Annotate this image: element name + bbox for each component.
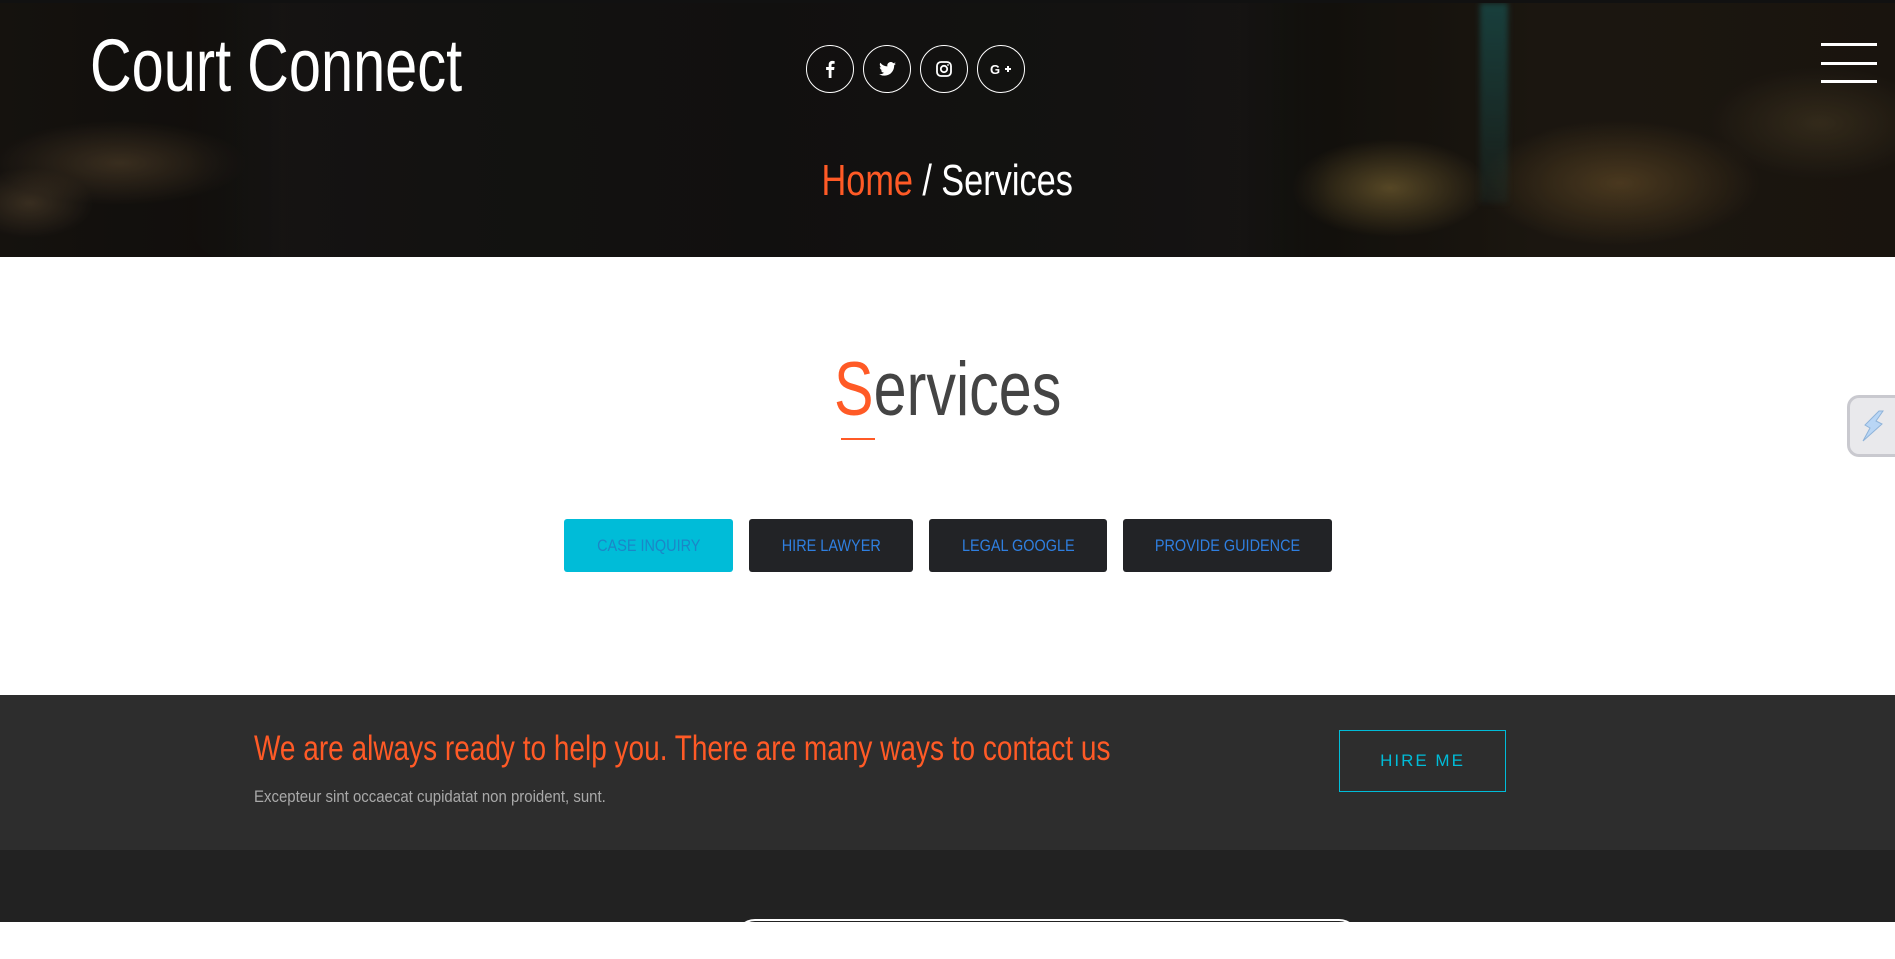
contact-banner: We are always ready to help you. There a… [0,695,1895,850]
tab-hire-lawyer[interactable]: HIRE LAWYER [749,519,913,572]
breadcrumb-home-link[interactable]: Home [822,156,914,205]
contact-subtext: Excepteur sint occaecat cupidatat non pr… [254,787,606,806]
extension-icon [1862,410,1884,442]
breadcrumb-current: Services [941,156,1074,205]
heading-underline [841,438,875,440]
contact-headline: We are always ready to help you. There a… [254,729,1111,768]
side-extension-widget[interactable] [1847,395,1895,457]
breadcrumb: Home / Services [0,155,1895,207]
hamburger-menu-icon[interactable] [1821,43,1877,83]
svg-text:G: G [990,62,1000,76]
breadcrumb-separator: / [922,156,933,205]
social-links: G [806,45,1025,93]
services-heading-first-letter: S [833,347,874,432]
google-plus-icon[interactable]: G [977,45,1025,93]
footer [0,850,1895,959]
tab-legal-google[interactable]: LEGAL GOOGLE [929,519,1107,572]
instagram-icon[interactable] [920,45,968,93]
facebook-icon[interactable] [806,45,854,93]
site-logo[interactable]: Court Connect [90,21,462,111]
hero-header: Court Connect G Home / Services [0,0,1895,257]
tab-provide-guidence[interactable]: PROVIDE GUIDENCE [1123,519,1332,572]
tab-case-inquiry[interactable]: CASE INQUIRY [564,519,733,572]
footer-input-pill[interactable] [735,919,1359,959]
services-heading: Services [0,345,1895,435]
services-heading-rest: ervices [873,347,1062,432]
twitter-icon[interactable] [863,45,911,93]
services-tabs: CASE INQUIRY HIRE LAWYER LEGAL GOOGLE PR… [564,519,1332,572]
hire-me-button[interactable]: HIRE ME [1339,730,1506,792]
